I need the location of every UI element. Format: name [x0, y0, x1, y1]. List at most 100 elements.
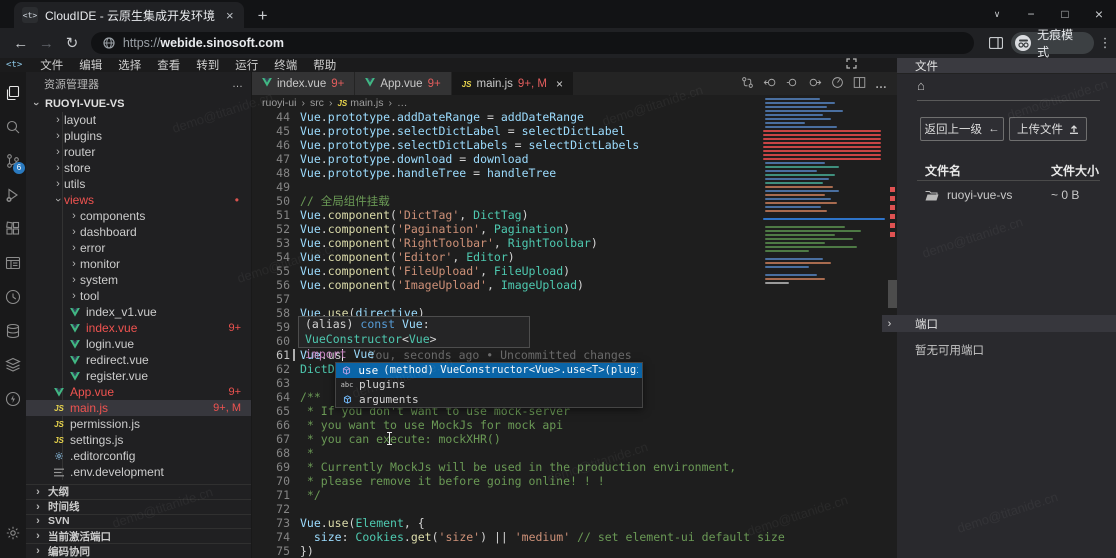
- tree-item-error[interactable]: ›error: [26, 240, 251, 256]
- tree-item-system[interactable]: ›system: [26, 272, 251, 288]
- tree-item-plugins[interactable]: ›plugins: [26, 128, 251, 144]
- browser-reload-button[interactable]: ↻: [59, 34, 85, 52]
- editor-scrollbar[interactable]: [888, 280, 897, 308]
- tree-item-utils[interactable]: ›utils: [26, 176, 251, 192]
- tree-item-dashboard[interactable]: ›dashboard: [26, 224, 251, 240]
- tree-item-register.vue[interactable]: register.vue: [26, 368, 251, 384]
- section-时间线[interactable]: ›时间线: [26, 499, 252, 514]
- tree-item-layout[interactable]: ›layout: [26, 112, 251, 128]
- line-number: 53: [252, 236, 290, 250]
- menu-item-编辑[interactable]: 编辑: [71, 57, 110, 73]
- go-up-button[interactable]: 返回上一级 ←: [920, 117, 1004, 141]
- breadcrumb-item-ruoyi-ui[interactable]: ruoyi-ui: [262, 97, 296, 109]
- incognito-badge[interactable]: 无痕模式: [1011, 32, 1094, 54]
- line-number: 70: [252, 474, 290, 488]
- breadcrumb-item-main.js[interactable]: JSmain.js: [337, 97, 383, 109]
- address-bar[interactable]: https://webide.sinosoft.com: [91, 32, 974, 54]
- window-dropdown-icon[interactable]: ∨: [980, 9, 1014, 20]
- editor-tab-main.js[interactable]: JSmain.js9+, M×: [452, 72, 573, 95]
- minimap-line: [763, 142, 881, 144]
- extensions-icon[interactable]: [0, 212, 26, 246]
- upload-button[interactable]: 上传文件: [1009, 117, 1087, 141]
- editor-tab-index.vue[interactable]: index.vue9+: [252, 72, 354, 95]
- side-panel-icon[interactable]: [984, 37, 1008, 49]
- menu-item-运行[interactable]: 运行: [227, 57, 266, 73]
- file-row[interactable]: ruoyi-vue-vs: [925, 188, 1012, 202]
- tree-item-login.vue[interactable]: login.vue: [26, 336, 251, 352]
- minimap-line: [765, 102, 835, 104]
- navigate-back-icon[interactable]: [763, 76, 777, 92]
- more-actions-icon[interactable]: …: [875, 77, 887, 91]
- menu-item-终端[interactable]: 终端: [266, 57, 305, 73]
- gutter: [290, 264, 300, 278]
- browser-tab[interactable]: <t> CloudIDE - 云原生集成开发环境 ×: [14, 2, 244, 28]
- minimap[interactable]: [763, 98, 888, 368]
- tree-item-index.vue[interactable]: index.vue9+: [26, 320, 251, 336]
- tree-item-views[interactable]: ›views•: [26, 192, 251, 208]
- tree-item-redirect.vue[interactable]: redirect.vue: [26, 352, 251, 368]
- window-minimize-icon[interactable]: −: [1014, 7, 1048, 21]
- breadcrumb-item-…[interactable]: …: [397, 97, 408, 109]
- browser-back-button[interactable]: ←: [8, 35, 34, 52]
- new-tab-button[interactable]: +: [258, 7, 268, 24]
- tree-item-store[interactable]: ›store: [26, 160, 251, 176]
- explorer-actions-icon[interactable]: …: [232, 78, 243, 90]
- editor-tab-App.vue[interactable]: App.vue9+: [355, 72, 450, 95]
- suggest-item-plugins[interactable]: abcplugins: [336, 378, 642, 393]
- tree-root-folder[interactable]: › RUOYI-VUE-VS: [26, 96, 251, 112]
- tree-item-App.vue[interactable]: App.vue9+: [26, 384, 251, 400]
- run-debug-icon[interactable]: [0, 178, 26, 212]
- menu-item-文件[interactable]: 文件: [32, 57, 71, 73]
- lightning-icon[interactable]: [0, 382, 26, 416]
- search-icon[interactable]: [0, 110, 26, 144]
- browser-forward-button[interactable]: →: [34, 35, 60, 52]
- section-大纲[interactable]: ›大纲: [26, 484, 252, 499]
- incognito-icon: [1015, 35, 1031, 51]
- browser-menu-icon[interactable]: ⋮: [1094, 35, 1116, 51]
- explorer-icon[interactable]: [0, 76, 26, 110]
- tree-item-permission.js[interactable]: JSpermission.js: [26, 416, 251, 432]
- run-timer-icon[interactable]: [831, 76, 844, 92]
- tree-item-router[interactable]: ›router: [26, 144, 251, 160]
- menu-item-帮助[interactable]: 帮助: [305, 57, 344, 73]
- menu-item-选择[interactable]: 选择: [110, 57, 149, 73]
- suggest-item-arguments[interactable]: arguments: [336, 392, 642, 407]
- navigate-forward-icon[interactable]: [808, 76, 822, 92]
- tree-item-.env.development[interactable]: .env.development: [26, 464, 251, 480]
- tab-close-icon[interactable]: ×: [226, 8, 234, 23]
- section-SVN[interactable]: ›SVN: [26, 514, 252, 529]
- fullscreen-icon[interactable]: [846, 58, 857, 72]
- section-编码协同[interactable]: ›编码协同: [26, 543, 252, 558]
- preview-icon[interactable]: [0, 246, 26, 280]
- tree-item-settings.js[interactable]: JSsettings.js: [26, 432, 251, 448]
- tree-item-components[interactable]: ›components: [26, 208, 251, 224]
- chevron-icon: ›: [68, 242, 80, 254]
- git-compare-icon[interactable]: [741, 76, 754, 92]
- window-close-icon[interactable]: ×: [1082, 6, 1116, 22]
- window-maximize-icon[interactable]: □: [1048, 7, 1082, 21]
- home-icon[interactable]: ⌂: [917, 78, 925, 93]
- suggest-label: arguments: [359, 393, 419, 406]
- menu-item-查看[interactable]: 查看: [149, 57, 188, 73]
- tree-item-main.js[interactable]: JSmain.js9+, M: [26, 400, 251, 416]
- breadcrumb-item-src[interactable]: src: [310, 97, 324, 109]
- section-当前激活端口[interactable]: ›当前激活端口: [26, 528, 252, 543]
- suggest-item-use[interactable]: use(method) VueConstructor<Vue>.use<T>(p…: [336, 363, 642, 378]
- database-icon[interactable]: [0, 314, 26, 348]
- tree-item-tool[interactable]: ›tool: [26, 288, 251, 304]
- tree-item-index_v1.vue[interactable]: index_v1.vue: [26, 304, 251, 320]
- tab-close-icon[interactable]: ×: [556, 77, 563, 91]
- minimap-line: [765, 98, 820, 100]
- panel-expand-button[interactable]: ›: [882, 315, 897, 332]
- tree-item-.editorconfig[interactable]: .editorconfig: [26, 448, 251, 464]
- api-clock-icon[interactable]: [0, 280, 26, 314]
- navigate-dot-icon[interactable]: [786, 76, 799, 92]
- tree-item-monitor[interactable]: ›monitor: [26, 256, 251, 272]
- source-control-icon[interactable]: 6: [0, 144, 26, 178]
- settings-gear-icon[interactable]: [0, 516, 26, 550]
- menu-item-转到[interactable]: 转到: [188, 57, 227, 73]
- layers-icon[interactable]: [0, 348, 26, 382]
- minimap-line: [765, 234, 835, 236]
- split-editor-icon[interactable]: [853, 76, 866, 92]
- ports-section-header[interactable]: 端口: [897, 315, 1116, 332]
